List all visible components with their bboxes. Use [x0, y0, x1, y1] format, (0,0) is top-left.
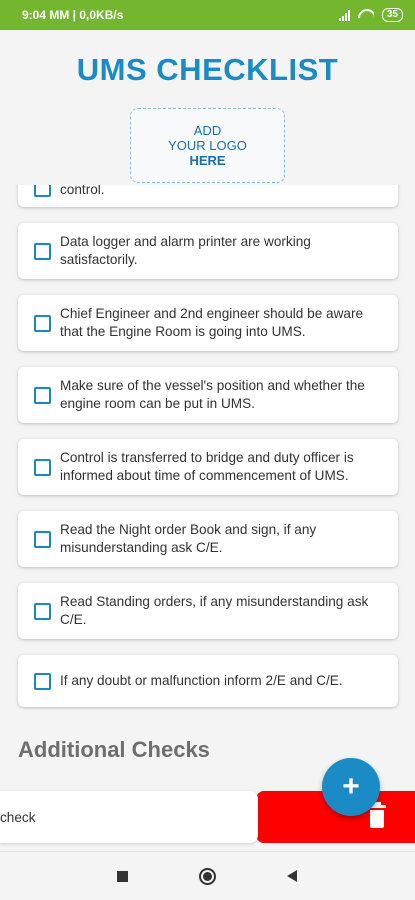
additional-check-text: check [0, 809, 36, 825]
checklist-item[interactable]: If any doubt or malfunction inform 2/E a… [18, 655, 398, 707]
battery-icon: 35 [381, 8, 403, 22]
back-icon[interactable] [287, 870, 297, 882]
logo-text-line2: YOUR LOGO [168, 138, 247, 153]
checklist-item-text: Chief Engineer and 2nd engineer should b… [60, 306, 364, 339]
checklist-item-text: Make sure of the vessel's position and w… [60, 378, 365, 411]
status-time: 9:04 MM | 0,0KB/s [22, 8, 124, 22]
checklist-list[interactable]: control. Data logger and alarm printer a… [0, 185, 415, 710]
checklist-item[interactable]: Make sure of the vessel's position and w… [18, 367, 398, 423]
add-button[interactable]: + [322, 758, 380, 816]
logo-placeholder[interactable]: ADD YOUR LOGO HERE [130, 108, 285, 183]
checklist-item[interactable]: Read Standing orders, if any misundersta… [18, 583, 398, 639]
system-nav-bar [0, 851, 415, 900]
checklist-item-text: If any doubt or malfunction inform 2/E a… [60, 673, 343, 688]
status-bar: 9:04 MM | 0,0KB/s 35 [0, 0, 415, 30]
checklist-item-text: Data logger and alarm printer are workin… [60, 234, 311, 267]
signal-icon [338, 9, 350, 21]
page-title: UMS CHECKLIST [76, 52, 339, 87]
recent-apps-icon[interactable] [117, 871, 128, 882]
checklist-item[interactable]: Control is transferred to bridge and dut… [18, 439, 398, 495]
checkbox[interactable] [34, 242, 51, 260]
checklist-item-text: Read the Night order Book and sign, if a… [60, 522, 317, 555]
checklist-item[interactable]: Read the Night order Book and sign, if a… [18, 511, 398, 567]
checklist-item[interactable]: Chief Engineer and 2nd engineer should b… [18, 295, 398, 351]
home-icon[interactable] [199, 868, 216, 885]
checklist-item[interactable]: control. [18, 185, 398, 207]
checkbox[interactable] [34, 672, 51, 690]
wifi-icon [358, 9, 374, 21]
checklist-item[interactable]: Data logger and alarm printer are workin… [18, 223, 398, 279]
checkbox[interactable] [34, 530, 51, 548]
checklist-item-text: Control is transferred to bridge and dut… [60, 450, 354, 483]
checkbox[interactable] [34, 314, 51, 332]
checklist-item-text: control. [60, 185, 105, 197]
additional-check-item[interactable]: check [0, 791, 258, 843]
checkbox[interactable] [34, 458, 51, 476]
logo-text-line3: HERE [189, 153, 226, 168]
checkbox[interactable] [34, 185, 51, 197]
status-icons: 35 [338, 8, 403, 22]
logo-text-line1: ADD [193, 123, 222, 138]
checklist-item-text: Read Standing orders, if any misundersta… [60, 594, 369, 627]
checkbox[interactable] [34, 602, 51, 620]
additional-checks-heading: Additional Checks [18, 737, 210, 762]
checkbox[interactable] [34, 386, 51, 404]
